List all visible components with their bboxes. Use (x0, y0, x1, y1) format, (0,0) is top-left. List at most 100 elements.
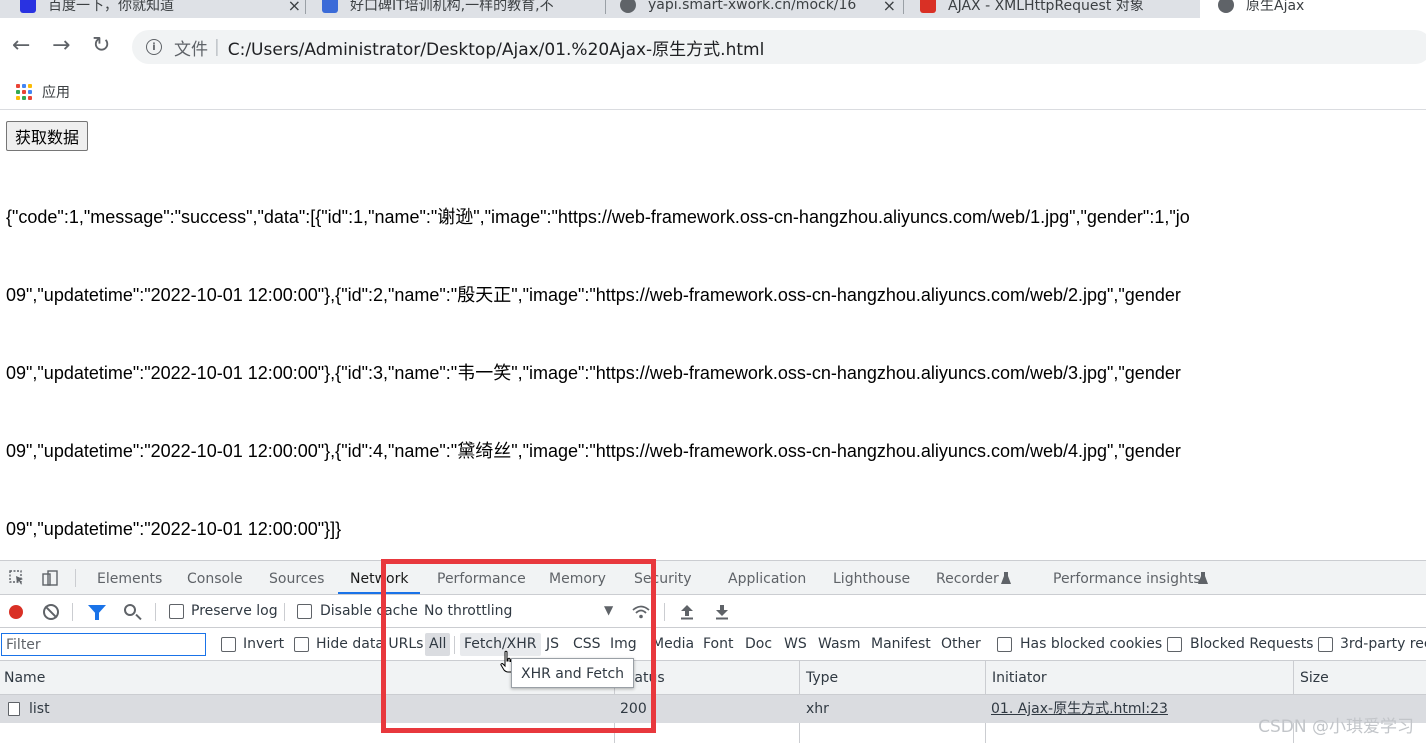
forward-arrow-icon[interactable]: → (52, 32, 70, 60)
request-initiator-link[interactable]: 01. Ajax-原生方式.html:23 (991, 695, 1168, 723)
blocked-requests-checkbox[interactable] (1167, 637, 1182, 652)
tab-network[interactable]: Network (338, 561, 421, 594)
network-toolbar: Preserve log Disable cache No throttling… (0, 595, 1426, 628)
browser-tab-ajax-doc[interactable]: AJAX - XMLHttpRequest 对象 (920, 0, 1188, 18)
json-line: 09","updatetime":"2022-10-01 12:00:00"},… (6, 441, 1181, 461)
disable-cache-checkbox[interactable] (297, 604, 312, 619)
clear-icon[interactable] (43, 604, 59, 620)
invert-checkbox[interactable] (221, 637, 236, 652)
tab-title: 原生Ajax (1246, 0, 1305, 14)
network-conditions-icon[interactable] (631, 605, 651, 619)
type-filter-media[interactable]: Media (648, 633, 698, 656)
filter-divider (454, 636, 455, 654)
toolbar-divider (75, 569, 76, 587)
column-header-initiator[interactable]: Initiator (988, 661, 1047, 695)
browser-tab-native-ajax[interactable]: 原生Ajax (1200, 0, 1426, 18)
type-filter-font[interactable]: Font (699, 633, 737, 656)
tab-title: 百度一下，你就知道 (48, 0, 174, 14)
export-har-icon[interactable] (715, 604, 729, 620)
filter-bar: Invert Hide data URLs All Fetch/XHR JS C… (0, 628, 1426, 661)
address-bar[interactable]: i 文件 | C:/Users/Administrator/Desktop/Aj… (132, 30, 1426, 64)
has-blocked-cookies-checkbox[interactable] (997, 637, 1012, 652)
blocked-requests-label: Blocked Requests (1190, 636, 1314, 652)
chevron-down-icon[interactable]: ▼ (604, 603, 613, 617)
apps-grid-icon[interactable] (16, 83, 32, 100)
type-filter-css[interactable]: CSS (569, 633, 605, 656)
info-icon[interactable]: i (146, 39, 162, 55)
tab-elements[interactable]: Elements (97, 561, 162, 594)
close-tab-icon[interactable]: × (883, 0, 896, 15)
tab-title: yapi.smart-xwork.cn/mock/16 (648, 0, 857, 13)
preserve-log-checkbox[interactable] (169, 604, 184, 619)
tab-application[interactable]: Application (728, 561, 806, 594)
toolbar-divider (155, 603, 156, 621)
record-icon[interactable] (9, 605, 23, 619)
json-line: 09","updatetime":"2022-10-01 12:00:00"}]… (6, 519, 342, 539)
tab-divider (903, 0, 904, 14)
tab-console[interactable]: Console (187, 561, 243, 594)
toolbar-divider (284, 603, 285, 621)
import-har-icon[interactable] (680, 604, 694, 620)
tab-memory[interactable]: Memory (549, 561, 606, 594)
request-type: xhr (806, 701, 829, 717)
tab-title: 好口碑IT培训机构,一样的教育,不 (350, 0, 554, 14)
browser-tab-yapi[interactable]: yapi.smart-xwork.cn/mock/16 × (620, 0, 900, 18)
tab-divider (605, 0, 606, 14)
request-name[interactable]: list (29, 695, 50, 723)
column-header-name[interactable]: Name (0, 661, 45, 695)
third-party-checkbox[interactable] (1318, 637, 1333, 652)
bookmarks-bar: 应用 (0, 74, 1426, 110)
json-line: 09","updatetime":"2022-10-01 12:00:00"},… (6, 363, 1181, 383)
filter-funnel-icon[interactable] (88, 605, 106, 620)
flask-icon (1198, 572, 1208, 584)
invert-label: Invert (243, 636, 285, 652)
request-status: 200 (620, 701, 647, 717)
request-table-header: Name Status Type Initiator Size (0, 661, 1426, 695)
type-filter-other[interactable]: Other (937, 633, 985, 656)
filter-input[interactable] (1, 633, 206, 656)
globe-favicon-icon (1218, 0, 1234, 13)
column-header-size[interactable]: Size (1296, 661, 1329, 695)
scheme-label: 文件 (174, 39, 208, 60)
back-arrow-icon[interactable]: ← (12, 32, 30, 60)
url-text[interactable]: C:/Users/Administrator/Desktop/Ajax/01.%… (228, 35, 765, 60)
tab-sources[interactable]: Sources (269, 561, 324, 594)
json-line: 09","updatetime":"2022-10-01 12:00:00"},… (6, 285, 1181, 305)
tab-strip: 百度一下，你就知道 × 好口碑IT培训机构,一样的教育,不 yapi.smart… (0, 0, 1426, 18)
tab-recorder[interactable]: Recorder (936, 561, 999, 594)
hide-data-urls-checkbox[interactable] (294, 637, 309, 652)
reload-icon[interactable]: ↻ (92, 32, 110, 60)
w3school-favicon-icon (920, 0, 936, 13)
close-tab-icon[interactable]: × (288, 0, 301, 15)
type-filter-all[interactable]: All (425, 633, 451, 656)
tab-performance-insights[interactable]: Performance insights (1053, 561, 1201, 594)
tab-performance[interactable]: Performance (437, 561, 526, 594)
third-party-label: 3rd-party rec (1340, 636, 1426, 652)
tooltip: XHR and Fetch (511, 658, 635, 688)
device-toolbar-icon[interactable] (42, 570, 58, 586)
type-filter-wasm[interactable]: Wasm (814, 633, 864, 656)
tab-security[interactable]: Security (634, 561, 692, 594)
type-filter-ws[interactable]: WS (780, 633, 811, 656)
devtools-tab-bar: Elements Console Sources Network Perform… (0, 561, 1426, 595)
type-filter-js[interactable]: JS (542, 633, 563, 656)
inspect-element-icon[interactable] (9, 570, 25, 586)
throttling-select[interactable]: No throttling (424, 595, 512, 628)
browser-tab-training[interactable]: 好口碑IT培训机构,一样的教育,不 (322, 0, 605, 18)
tab-divider (305, 0, 306, 14)
search-icon[interactable] (124, 604, 136, 616)
column-header-type[interactable]: Type (802, 661, 838, 695)
type-filter-doc[interactable]: Doc (741, 633, 776, 656)
browser-tab-baidu[interactable]: 百度一下，你就知道 × (20, 0, 305, 18)
fetch-data-button[interactable]: 获取数据 (6, 121, 89, 151)
tab-title: AJAX - XMLHttpRequest 对象 (948, 0, 1144, 14)
baidu-favicon-icon (20, 0, 36, 13)
training-favicon-icon (322, 0, 338, 13)
apps-bookmark-label[interactable]: 应用 (42, 82, 70, 102)
type-filter-img[interactable]: Img (606, 633, 641, 656)
has-blocked-cookies-label: Has blocked cookies (1020, 636, 1163, 652)
tab-lighthouse[interactable]: Lighthouse (833, 561, 910, 594)
table-row[interactable]: list 200 xhr 01. Ajax-原生方式.html:23 (0, 695, 1426, 723)
json-line: {"code":1,"message":"success","data":[{"… (6, 207, 1190, 227)
type-filter-manifest[interactable]: Manifest (867, 633, 935, 656)
